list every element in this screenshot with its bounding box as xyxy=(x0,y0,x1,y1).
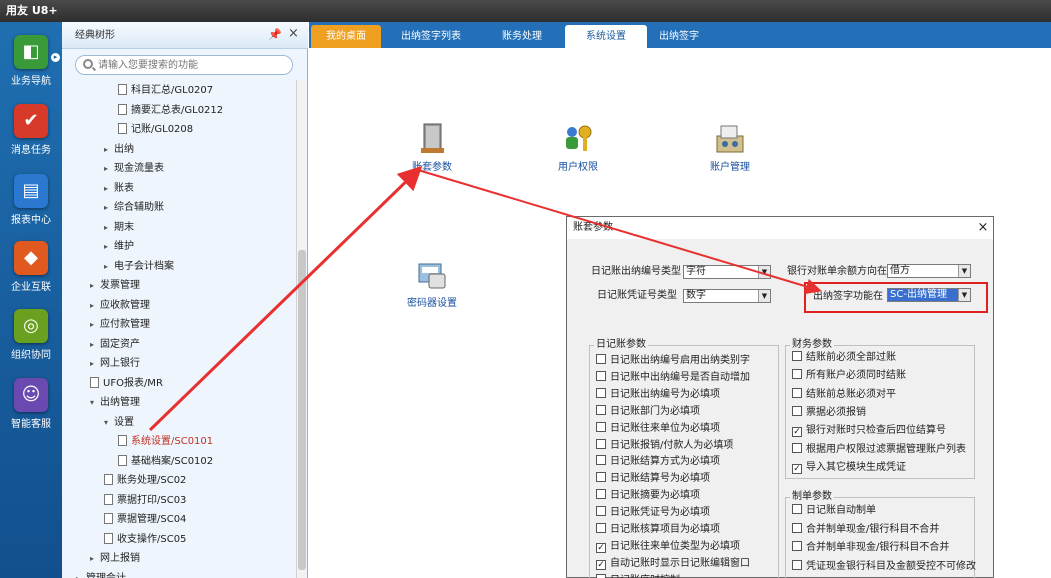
nav-item-label: 智能客服 xyxy=(11,419,51,430)
icon-glyph: ☺ xyxy=(21,384,41,405)
icon-glyph: ✔ xyxy=(23,110,39,131)
icon-glyph: ◎ xyxy=(23,315,39,336)
annotation-arrow-to-params xyxy=(148,165,423,432)
report-center-icon: ▤ xyxy=(14,174,48,208)
nav-item-enterprise-connect[interactable]: ◆ 企业互联 xyxy=(0,241,62,293)
icon-glyph: ◆ xyxy=(24,247,38,268)
smart-service-icon: ☺ xyxy=(14,378,48,412)
nav-item-label: 组织协同 xyxy=(11,350,51,361)
nav-item-label: 报表中心 xyxy=(11,215,51,226)
business-navigation-icon: ◧ xyxy=(14,35,48,69)
nav-item-label: 消息任务 xyxy=(11,145,51,156)
annotation-arrows xyxy=(148,165,822,432)
org-collaboration-icon: ◎ xyxy=(14,309,48,343)
nav-item-label: 业务导航 xyxy=(11,76,51,87)
nav-item-org-collaboration[interactable]: ◎ 组织协同 xyxy=(0,309,62,361)
nav-item-report-center[interactable]: ▤ 报表中心 xyxy=(0,174,62,226)
icon-glyph: ◧ xyxy=(22,41,40,62)
nav-item-business-navigation[interactable]: ◧ 业务导航 xyxy=(0,35,62,87)
u8-app-window: 用友 U8+ ▸ 经典树形 📌 × 科目汇总/GL0207摘要汇总表/GL021… xyxy=(0,0,1051,578)
message-task-icon: ✔ xyxy=(14,104,48,138)
nav-item-label: 企业互联 xyxy=(11,282,51,293)
icon-glyph: ▤ xyxy=(22,180,40,201)
nav-item-message-task[interactable]: ✔ 消息任务 xyxy=(0,104,62,156)
annotation-arrow-to-setting xyxy=(417,169,822,295)
enterprise-connect-icon: ◆ xyxy=(14,241,48,275)
nav-item-smart-service[interactable]: ☺ 智能客服 xyxy=(0,378,62,430)
